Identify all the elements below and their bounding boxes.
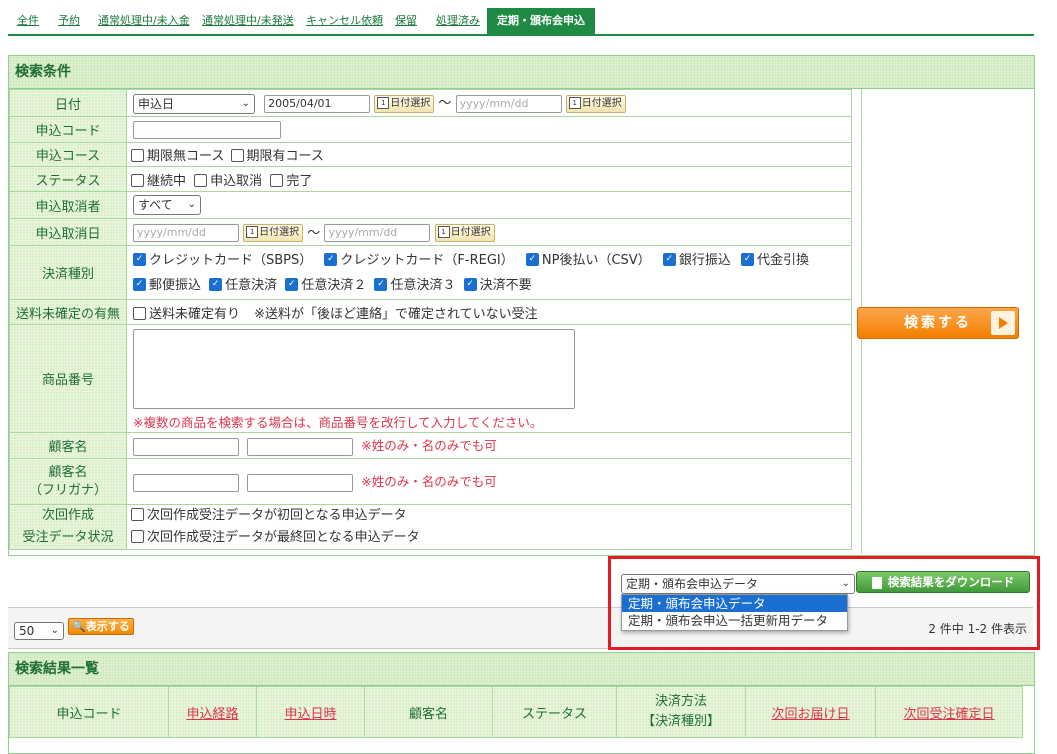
tab-cancel-request[interactable]: キャンセル依頼 — [306, 12, 383, 28]
results-table: 申込コード 申込経路 申込日時 顧客名 ステータス 決済方法 【決済種別】 次回お… — [9, 686, 1023, 738]
col-apply-code: 申込コード — [9, 686, 169, 738]
payment-row-1: ✓ クレジットカード（SBPS） ✓ クレジットカード（F-REGI） ✓ NP後払い… — [133, 248, 851, 273]
date-from-input[interactable]: 2005/04/01 — [264, 94, 371, 113]
chevron-down-icon: ⌄ — [50, 625, 59, 636]
cancel-date-from-picker-button[interactable]: 1 日付選択 — [243, 224, 304, 243]
tab-unshipped[interactable]: 通常処理中/未発送 — [202, 12, 294, 28]
payment-optional3-checkbox[interactable]: ✓ — [374, 277, 388, 291]
show-button[interactable]: 🔍表示する — [68, 618, 134, 635]
col-next-confirm[interactable]: 次回受注確定日 — [875, 686, 1023, 738]
payment-np-checkbox[interactable]: ✓ — [525, 252, 539, 266]
course-unlimited-checkbox[interactable] — [131, 149, 144, 162]
cancel-date-label: 申込取消日 — [9, 218, 127, 246]
download-type-dropdown: 定期・頒布会申込データ 定期・頒布会申込一括更新用データ — [621, 594, 848, 631]
next-order-first-checkbox[interactable] — [131, 508, 144, 521]
payment-optional2-checkbox[interactable]: ✓ — [285, 277, 299, 291]
customer-kana-label: 顧客名 （フリガナ） — [9, 458, 127, 505]
per-page-select[interactable]: 50 ⌄ — [14, 622, 64, 640]
calendar-icon: 1 — [246, 226, 259, 239]
results-panel: 検索結果一覧 申込コード 申込経路 申込日時 顧客名 ステータス 決済方法 【決済… — [8, 652, 1035, 754]
tab-processed[interactable]: 処理済み — [436, 12, 480, 28]
cancel-date-to-picker-button[interactable]: 1 日付選択 — [434, 224, 495, 243]
date-to-picker-button[interactable]: 1 日付選択 — [565, 94, 626, 113]
customer-kana-note: ※姓のみ・名のみでも可 — [361, 474, 497, 490]
payment-optional1-checkbox[interactable]: ✓ — [209, 277, 223, 291]
apply-code-label: 申込コード — [9, 116, 127, 143]
customer-label: 顧客名 — [9, 432, 127, 459]
tab-hold[interactable]: 保留 — [395, 12, 417, 28]
calendar-icon: 1 — [437, 226, 450, 239]
tab-unpaid[interactable]: 通常処理中/未入金 — [98, 12, 190, 28]
customer-last-name-input[interactable] — [133, 437, 239, 456]
status-ongoing-checkbox[interactable] — [131, 173, 144, 187]
download-option-subscription[interactable]: 定期・頒布会申込データ — [622, 595, 847, 612]
tab-reservation[interactable]: 予約 — [58, 12, 80, 28]
course-limited-checkbox[interactable] — [230, 149, 244, 162]
status-label: ステータス — [9, 166, 127, 192]
search-conditions-table: 日付 申込日 ⌄ 2005/04/01 1 日付選択 ～ yyyy/mm/dd 1日… — [9, 89, 852, 550]
shipping-unconfirmed-checkbox[interactable] — [133, 306, 146, 320]
payment-row-2: ✓ 郵便振込 ✓ 任意決済 ✓ 任意決済２ ✓ 任意決済３ ✓ 決済不要 — [133, 273, 851, 298]
canceller-select[interactable]: すべて ⌄ — [133, 195, 201, 215]
next-order-last-checkbox[interactable] — [131, 530, 144, 543]
customer-first-name-input[interactable] — [247, 437, 354, 456]
col-apply-route[interactable]: 申込経路 — [168, 686, 257, 738]
cancel-date-from-input[interactable]: yyyy/mm/dd — [133, 224, 239, 243]
tab-all[interactable]: 全件 — [17, 12, 39, 28]
next-order-label: 次回作成 受注データ状況 — [9, 504, 127, 550]
tab-subscription[interactable]: 定期・頒布会申込 — [487, 8, 595, 34]
customer-kana-last-input[interactable] — [133, 473, 239, 492]
status-tabs: 全件 予約 通常処理中/未入金 通常処理中/未発送 キャンセル依頼 保留 処理済… — [8, 8, 1034, 36]
shipping-note: ※送料が「後ほど連絡」で確定されていない受注 — [254, 306, 538, 322]
payment-cod-checkbox[interactable]: ✓ — [740, 252, 754, 266]
arrow-right-icon — [991, 311, 1015, 335]
apply-code-input[interactable] — [133, 120, 281, 139]
chevron-down-icon: ⌄ — [241, 97, 250, 109]
range-separator: ～ — [438, 96, 452, 112]
date-label: 日付 — [9, 89, 127, 117]
payment-none-checkbox[interactable]: ✓ — [463, 277, 477, 291]
product-note: ※複数の商品を検索する場合は、商品番号を改行して入力してください。 — [133, 415, 543, 430]
status-complete-checkbox[interactable] — [270, 173, 284, 187]
date-type-select[interactable]: 申込日 ⌄ — [133, 93, 255, 114]
payment-label: 決済種別 — [9, 245, 127, 300]
shipping-label: 送料未確定の有無 — [9, 299, 127, 325]
product-label: 商品番号 — [9, 324, 127, 433]
calendar-icon: 1 — [568, 96, 581, 109]
payment-postal-checkbox[interactable]: ✓ — [133, 277, 146, 291]
payment-bank-checkbox[interactable]: ✓ — [662, 252, 676, 266]
results-title: 検索結果一覧 — [9, 653, 1034, 686]
canceller-label: 申込取消者 — [9, 191, 127, 219]
col-apply-datetime[interactable]: 申込日時 — [256, 686, 365, 738]
date-from-picker-button[interactable]: 1 日付選択 — [374, 94, 435, 113]
col-customer-name: 顧客名 — [364, 686, 493, 738]
chevron-down-icon: ⌄ — [187, 199, 196, 210]
customer-kana-first-input[interactable] — [247, 473, 354, 492]
course-label: 申込コース — [9, 142, 127, 167]
search-button[interactable]: 検索する — [857, 307, 1019, 339]
magnifier-icon: 🔍 — [72, 620, 86, 633]
status-cancelled-checkbox[interactable] — [194, 173, 208, 187]
download-option-bulk-update[interactable]: 定期・頒布会申込一括更新用データ — [622, 612, 847, 629]
customer-note: ※姓のみ・名のみでも可 — [361, 438, 497, 454]
cancel-date-to-input[interactable]: yyyy/mm/dd — [324, 224, 431, 243]
payment-fregi-checkbox[interactable]: ✓ — [324, 252, 338, 266]
product-number-textarea[interactable] — [133, 329, 575, 409]
col-next-delivery[interactable]: 次回お届け日 — [745, 686, 876, 738]
payment-sbps-checkbox[interactable]: ✓ — [133, 252, 146, 266]
col-payment-method: 決済方法 【決済種別】 — [616, 686, 746, 738]
date-to-input[interactable]: yyyy/mm/dd — [455, 94, 562, 113]
search-conditions-panel: 検索条件 日付 申込日 ⌄ 2005/04/01 1 日付選択 ～ yyyy/mm/… — [8, 55, 1035, 556]
col-status: ステータス — [492, 686, 617, 738]
calendar-icon: 1 — [377, 96, 390, 109]
search-conditions-title: 検索条件 — [9, 56, 1034, 89]
